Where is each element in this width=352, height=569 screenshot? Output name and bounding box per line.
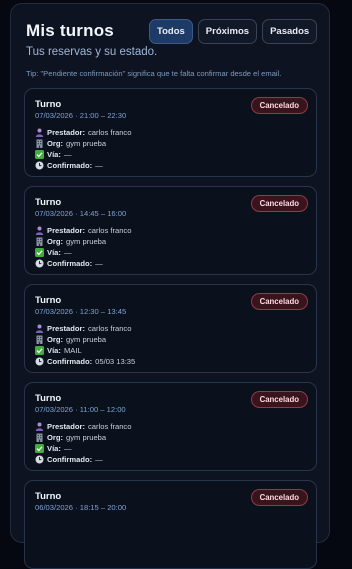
status-badge: Cancelado (250, 195, 308, 212)
bookings-panel: Mis turnos Tus reservas y su estado. Tip… (10, 3, 330, 569)
booking-datetime: 07/03/2026 · 11:00 – 12:00 (35, 405, 126, 414)
building-icon (35, 433, 44, 442)
clock-icon (35, 455, 44, 464)
confirmado-value: — (95, 259, 103, 268)
booking-title: Turno (35, 295, 62, 306)
booking-title: Turno (35, 393, 62, 404)
org-label: Org: (47, 335, 64, 344)
via-value: MAIL (63, 346, 82, 355)
page-title: Mis turnos (26, 21, 114, 40)
check-icon (35, 150, 44, 159)
org-row: Org: gym prueba (35, 334, 135, 345)
status-badge: Cancelado (250, 489, 308, 506)
check-icon (35, 444, 44, 453)
confirmado-value: — (95, 455, 103, 464)
booking-title: Turno (35, 99, 62, 110)
org-value: gym prueba (66, 237, 107, 246)
via-row: Vía: — (35, 443, 131, 454)
prestador-label: Prestador: (47, 128, 85, 137)
prestador-label: Prestador: (47, 324, 85, 333)
booking-details: Prestador: carlos franco Org: gym prueba… (35, 127, 131, 171)
via-label: Vía: (47, 248, 61, 257)
person-icon (35, 128, 44, 137)
prestador-value: carlos franco (87, 324, 132, 333)
booking-details: Prestador: carlos franco Org: gym prueba… (35, 225, 131, 269)
building-icon (35, 335, 44, 344)
confirmado-label: Confirmado: (47, 357, 93, 366)
booking-datetime: 07/03/2026 · 14:45 – 16:00 (35, 209, 127, 218)
person-icon (35, 226, 44, 235)
building-icon (35, 139, 44, 148)
confirmado-label: Confirmado: (47, 259, 93, 268)
prestador-value: carlos franco (87, 226, 132, 235)
filter-upcoming-button[interactable]: Próximos (197, 19, 258, 44)
booking-datetime: 06/03/2026 · 18:15 – 20:00 (35, 503, 127, 512)
filter-tabs: Todos Próximos Pasados (149, 19, 318, 44)
prestador-row: Prestador: carlos franco (35, 421, 131, 432)
via-label: Vía: (47, 346, 61, 355)
booking-details: Prestador: carlos franco Org: gym prueba… (35, 323, 135, 367)
org-label: Org: (47, 433, 64, 442)
booking-title: Turno (35, 491, 62, 502)
via-row: Vía: — (35, 149, 131, 160)
booking-card[interactable]: Turno 06/03/2026 · 18:15 – 20:00 Cancela… (24, 480, 317, 569)
org-label: Org: (47, 139, 64, 148)
prestador-label: Prestador: (47, 226, 85, 235)
status-badge: Cancelado (250, 97, 308, 114)
org-row: Org: gym prueba (35, 236, 131, 247)
prestador-row: Prestador: carlos franco (35, 225, 131, 236)
org-value: gym prueba (66, 139, 107, 148)
confirmado-row: Confirmado: — (35, 258, 131, 269)
via-value: — (63, 248, 72, 257)
prestador-row: Prestador: carlos franco (35, 323, 135, 334)
confirmado-value: 05/03 13:35 (95, 357, 136, 366)
prestador-row: Prestador: carlos franco (35, 127, 131, 138)
org-row: Org: gym prueba (35, 138, 131, 149)
booking-datetime: 07/03/2026 · 12:30 – 13:45 (35, 307, 127, 316)
confirmado-row: Confirmado: — (35, 454, 131, 465)
booking-details: Prestador: carlos franco Org: gym prueba… (35, 421, 131, 465)
confirmado-row: Confirmado: 05/03 13:35 (35, 356, 135, 367)
check-icon (35, 346, 44, 355)
clock-icon (35, 357, 44, 366)
via-row: Vía: — (35, 247, 131, 258)
booking-title: Turno (35, 197, 62, 208)
prestador-value: carlos franco (87, 422, 132, 431)
org-value: gym prueba (66, 335, 107, 344)
booking-card[interactable]: Turno 07/03/2026 · 11:00 – 12:00 Cancela… (24, 382, 317, 471)
confirmado-label: Confirmado: (47, 455, 93, 464)
via-label: Vía: (47, 444, 61, 453)
booking-card[interactable]: Turno 07/03/2026 · 14:45 – 16:00 Cancela… (24, 186, 317, 275)
org-value: gym prueba (66, 433, 107, 442)
org-row: Org: gym prueba (35, 432, 131, 443)
person-icon (35, 422, 44, 431)
org-label: Org: (47, 237, 64, 246)
confirmado-value: — (95, 161, 103, 170)
prestador-value: carlos franco (87, 128, 132, 137)
check-icon (35, 248, 44, 257)
clock-icon (35, 161, 44, 170)
booking-datetime: 07/03/2026 · 21:00 – 22:30 (35, 111, 127, 120)
building-icon (35, 237, 44, 246)
tip-text: Tip: "Pendiente confirmación" significa … (26, 69, 282, 78)
booking-card[interactable]: Turno 07/03/2026 · 21:00 – 22:30 Cancela… (24, 88, 317, 177)
via-value: — (63, 444, 72, 453)
page-subtitle: Tus reservas y su estado. (26, 46, 158, 58)
confirmado-label: Confirmado: (47, 161, 93, 170)
booking-card[interactable]: Turno 07/03/2026 · 12:30 – 13:45 Cancela… (24, 284, 317, 373)
filter-all-button[interactable]: Todos (149, 19, 193, 44)
person-icon (35, 324, 44, 333)
filter-past-button[interactable]: Pasados (262, 19, 318, 44)
via-row: Vía: MAIL (35, 345, 135, 356)
via-value: — (63, 150, 72, 159)
confirmado-row: Confirmado: — (35, 160, 131, 171)
clock-icon (35, 259, 44, 268)
status-badge: Cancelado (250, 293, 308, 310)
via-label: Vía: (47, 150, 61, 159)
status-badge: Cancelado (250, 391, 308, 408)
prestador-label: Prestador: (47, 422, 85, 431)
